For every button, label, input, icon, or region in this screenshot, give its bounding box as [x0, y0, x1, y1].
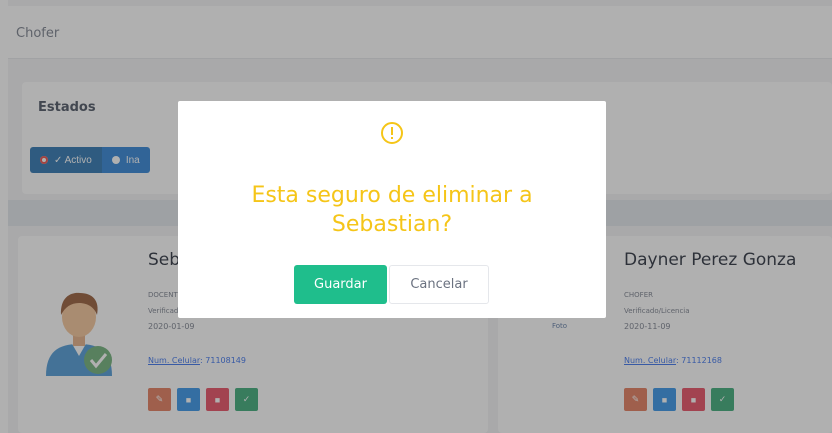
- warning-circle-icon: [381, 122, 403, 144]
- cancelar-button[interactable]: Cancelar: [389, 265, 489, 304]
- confirm-dialog: Esta seguro de eliminar a Sebastian? Gua…: [178, 101, 606, 318]
- guardar-button[interactable]: Guardar: [294, 265, 387, 304]
- dialog-message: Esta seguro de eliminar a Sebastian?: [251, 183, 533, 237]
